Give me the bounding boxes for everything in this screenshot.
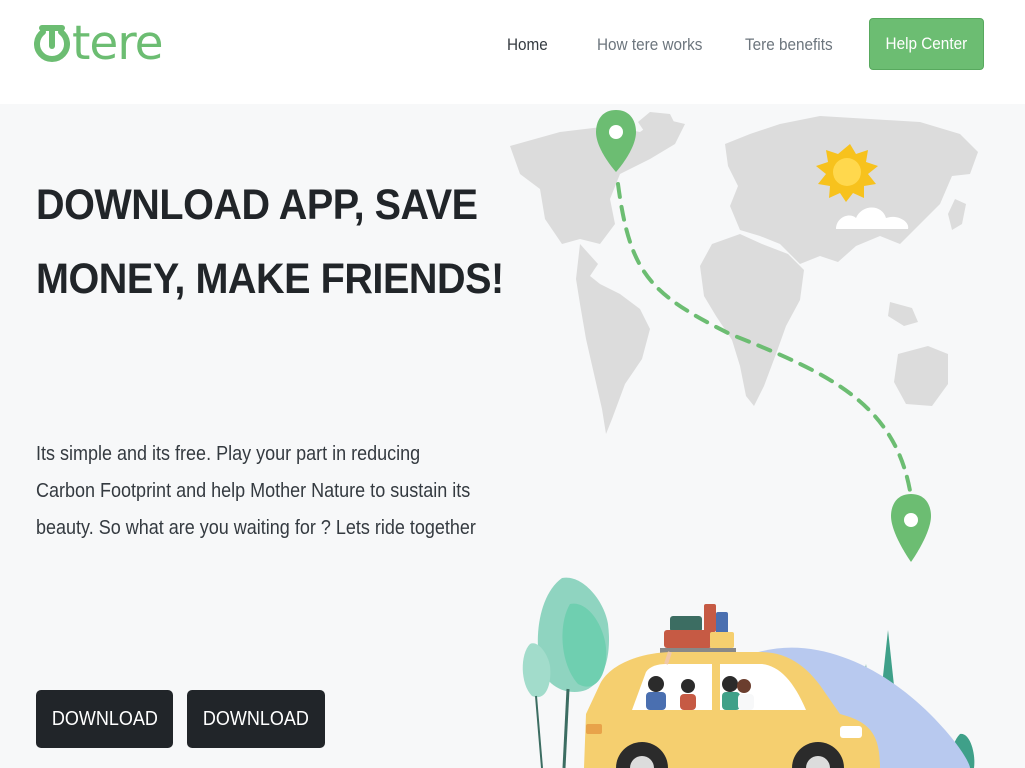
world-map — [510, 112, 978, 434]
help-center-button[interactable]: Help Center — [869, 18, 984, 70]
hero-illustration — [510, 110, 978, 768]
download-button-1[interactable]: DOWNLOAD — [36, 690, 173, 748]
hero-title: DOWNLOAD APP, SAVE MONEY, MAKE FRIENDS! — [36, 168, 504, 316]
navbar: tere Home How tere works Tere benefits H… — [0, 0, 1025, 104]
download-button-1-label: DOWNLOAD — [51, 707, 158, 730]
download-button-2[interactable]: DOWNLOAD — [187, 690, 325, 748]
hero-title-line-2: MONEY, MAKE FRIENDS! — [36, 255, 504, 303]
nav-how-tere-works[interactable]: How tere works — [597, 35, 702, 55]
hero-description: Its simple and its free. Play your part … — [36, 443, 476, 539]
nav-tere-benefits[interactable]: Tere benefits — [745, 35, 833, 55]
destination-pin-icon — [891, 494, 931, 562]
download-button-2-label: DOWNLOAD — [202, 707, 310, 730]
nav-home[interactable]: Home — [507, 35, 548, 55]
help-center-label: Help Center — [885, 34, 968, 53]
hero-title-line-1: DOWNLOAD APP, SAVE — [36, 181, 478, 229]
